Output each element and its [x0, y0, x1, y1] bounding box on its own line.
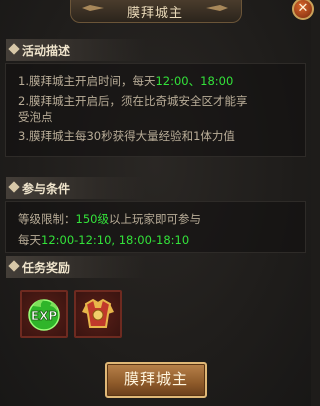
- description-line-2a: 2.膜拜城主开启后，须在比奇城安全区才能享: [18, 94, 248, 108]
- description-line-1: 1.膜拜城主开启时间，每天12:00、18:00: [18, 74, 234, 88]
- diamond-icon: [8, 181, 20, 193]
- conditions-heading: 参与条件: [6, 177, 146, 199]
- conditions-heading-label: 参与条件: [22, 182, 71, 196]
- rewards-heading: 任务奖励: [6, 256, 146, 278]
- armor-chest-icon: [82, 298, 114, 328]
- level-requirement: 等级限制：150级以上玩家即可参与: [18, 212, 201, 226]
- rewards-heading-label: 任务奖励: [22, 261, 71, 275]
- close-icon: ✕: [297, 1, 309, 16]
- title-ornament-right: [206, 5, 228, 11]
- time-requirement: 每天12:00-12:10, 18:00-18:10: [18, 233, 190, 247]
- description-line-3: 3.膜拜城主每30秒获得大量经验和1体力值: [18, 129, 235, 143]
- open-times: 12:00、18:00: [155, 74, 234, 88]
- level-value: 150级: [75, 212, 109, 226]
- worship-button[interactable]: 膜拜城主: [105, 362, 207, 398]
- description-line-2b: 受泡点: [18, 110, 53, 124]
- reward-slot-exp[interactable]: EXP: [20, 290, 68, 338]
- exp-orb-icon: EXP: [28, 299, 60, 331]
- description-heading-label: 活动描述: [22, 44, 71, 58]
- svg-text:EXP: EXP: [31, 309, 57, 323]
- diamond-icon: [8, 43, 20, 55]
- time-value: 12:00-12:10, 18:00-18:10: [41, 233, 190, 247]
- description-heading: 活动描述: [6, 39, 146, 61]
- diamond-icon: [8, 260, 20, 272]
- reward-slot-armor[interactable]: [74, 290, 122, 338]
